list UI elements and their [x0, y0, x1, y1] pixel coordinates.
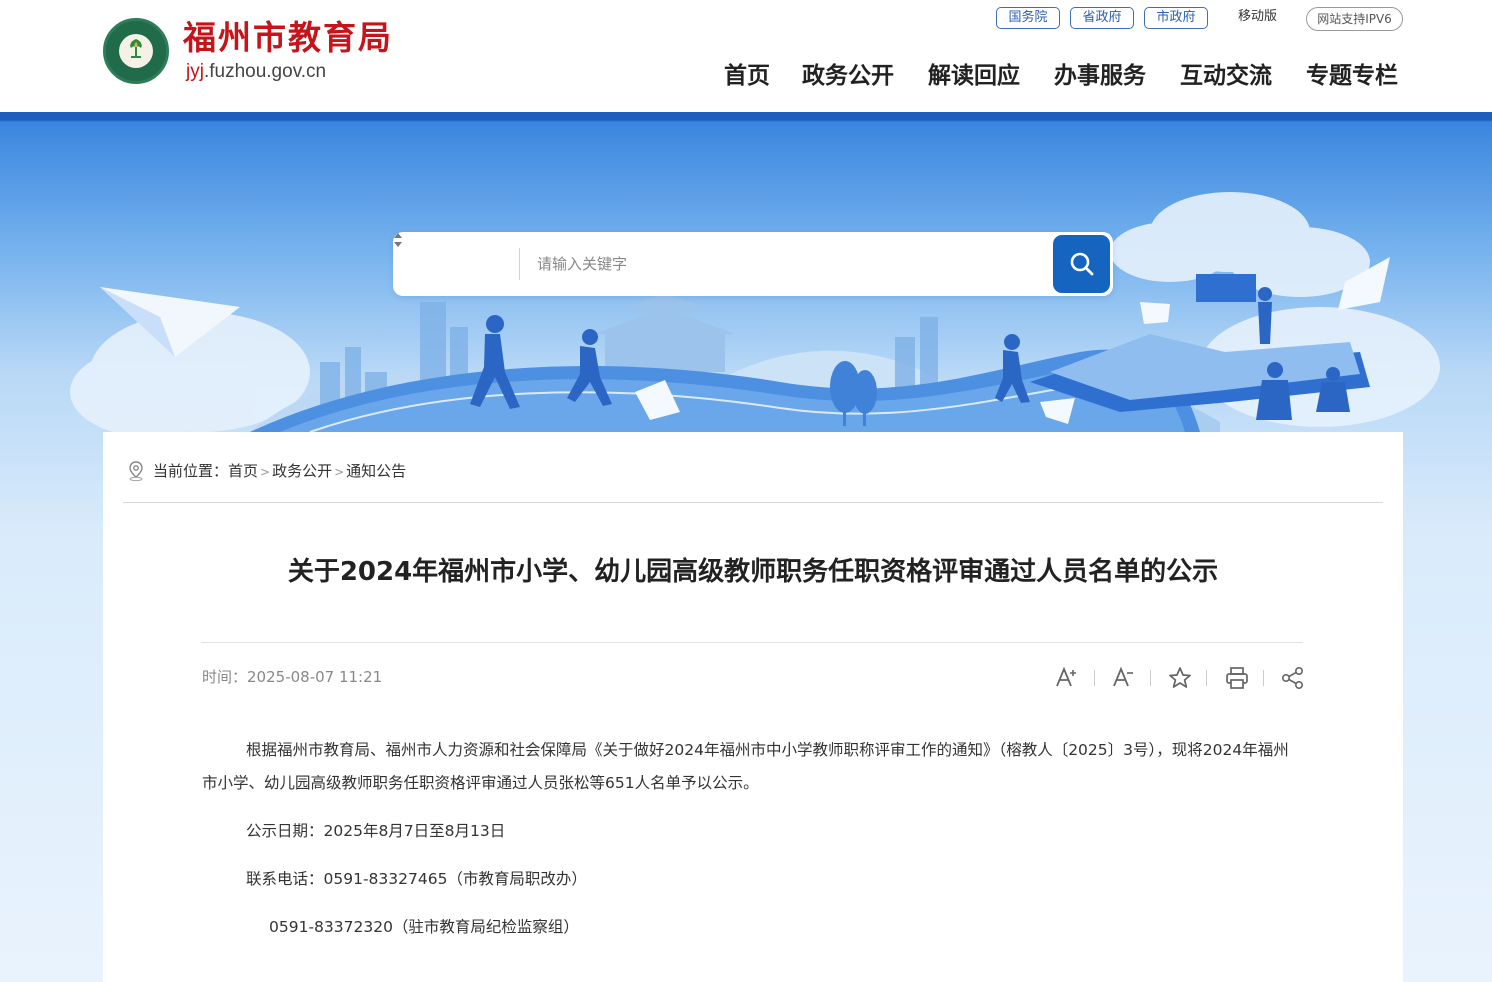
breadcrumb-home[interactable]: 首页	[228, 462, 258, 480]
font-increase-icon	[1056, 666, 1076, 687]
link-city-gov[interactable]: 市政府	[1144, 7, 1208, 29]
article-paragraph: 公示日期：2025年8月7日至8月13日	[246, 822, 506, 840]
main-nav: 首页 政务公开 解读回应 办事服务 互动交流 专题专栏	[0, 56, 1492, 96]
nav-item-services[interactable]: 办事服务	[1054, 56, 1146, 96]
breadcrumb-notices[interactable]: 通知公告	[346, 462, 406, 480]
print-icon	[1226, 667, 1248, 689]
breadcrumb-separator: >	[334, 465, 345, 479]
breadcrumb: 当前位置：首页 > 政务公开 > 通知公告	[127, 460, 406, 482]
link-provincial-gov[interactable]: 省政府	[1070, 7, 1134, 29]
print-button[interactable]	[1223, 664, 1251, 692]
search-input[interactable]	[537, 248, 1037, 280]
tool-separator	[1263, 670, 1264, 686]
article-paragraph: 根据福州市教育局、福州市人力资源和社会保障局《关于做好2024年福州市中小学教师…	[202, 741, 1289, 792]
link-state-council[interactable]: 国务院	[996, 7, 1060, 29]
article-paragraph: 0591-83372320（驻市教育局纪检监察组）	[269, 918, 579, 936]
nav-item-home[interactable]: 首页	[724, 56, 770, 96]
article-panel: 当前位置：首页 > 政务公开 > 通知公告 关于2024年福州市小学、幼儿园高级教师职务…	[103, 432, 1403, 982]
font-decrease-button[interactable]	[1110, 664, 1138, 692]
font-increase-button[interactable]	[1053, 664, 1081, 692]
article-toolbar	[1053, 664, 1303, 692]
top-links-bar: 国务院 省政府 市政府 移动版 网站支持IPV6	[0, 7, 1492, 31]
search-button[interactable]	[1053, 235, 1110, 293]
publish-time-value: 2025-08-07 11:21	[247, 668, 383, 686]
share-icon	[1281, 666, 1303, 689]
select-arrows-icon	[394, 233, 402, 247]
search-icon	[1070, 252, 1094, 276]
nav-item-interpretation[interactable]: 解读回应	[928, 56, 1020, 96]
article-title: 关于2024年福州市小学、幼儿园高级教师职务任职资格评审通过人员名单的公示	[287, 557, 1219, 587]
publish-time: 时间：2025-08-07 11:21	[202, 666, 382, 688]
nav-item-special-topics[interactable]: 专题专栏	[1306, 56, 1398, 96]
tool-separator	[1206, 670, 1207, 686]
favorite-button[interactable]	[1166, 664, 1194, 692]
tool-separator	[1150, 670, 1151, 686]
ipv6-badge: 网站支持IPV6	[1306, 7, 1403, 31]
article-body: 根据福州市教育局、福州市人力资源和社会保障局《关于做好2024年福州市中小学教师…	[202, 734, 1304, 944]
site-header: 福州市教育局 jyj.fuzhou.gov.cn 国务院 省政府 市政府 移动版…	[0, 0, 1492, 112]
search-bar	[393, 232, 1113, 296]
banner-pavilion	[595, 292, 735, 372]
nav-item-interaction[interactable]: 互动交流	[1180, 56, 1272, 96]
article-paragraph: 联系电话：0591-83327465（市教育局职改办）	[246, 870, 587, 888]
mobile-version-link[interactable]: 移动版	[1238, 7, 1277, 27]
location-pin-icon	[129, 461, 143, 482]
breadcrumb-prefix: 当前位置：	[153, 462, 229, 480]
search-divider	[519, 248, 520, 280]
breadcrumb-gov-affairs[interactable]: 政务公开	[272, 462, 332, 480]
breadcrumb-separator: >	[260, 465, 271, 479]
star-icon	[1169, 667, 1191, 688]
breadcrumb-divider	[123, 502, 1383, 503]
title-divider	[201, 642, 1303, 643]
publish-time-label: 时间：	[202, 668, 248, 686]
nav-item-gov-affairs[interactable]: 政务公开	[802, 56, 894, 96]
search-category-select[interactable]	[393, 232, 519, 296]
share-button[interactable]	[1279, 664, 1307, 692]
font-decrease-icon	[1113, 666, 1133, 687]
tool-separator	[1094, 670, 1095, 686]
